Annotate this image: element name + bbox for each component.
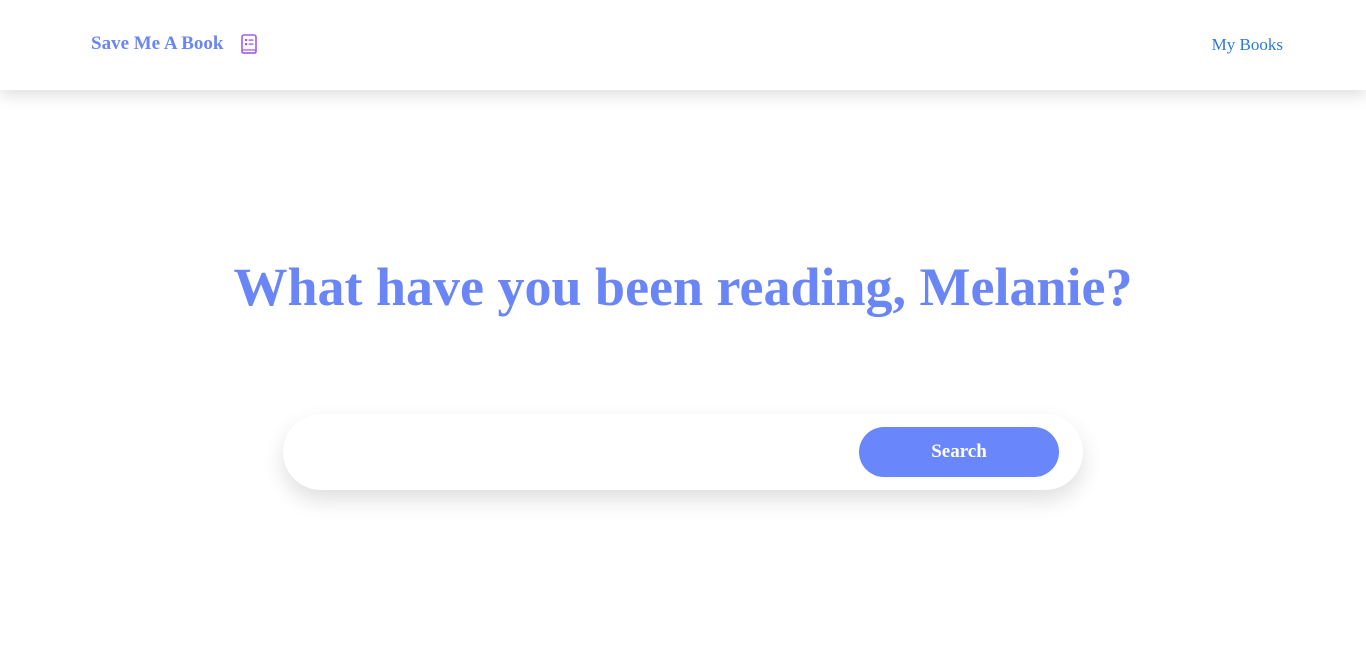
book-list-icon bbox=[239, 32, 259, 56]
top-navbar: Save Me A Book My Books bbox=[0, 0, 1366, 90]
search-button[interactable]: Search bbox=[859, 427, 1059, 477]
brand-link[interactable]: Save Me A Book bbox=[91, 32, 259, 56]
search-input[interactable] bbox=[313, 432, 857, 474]
page-title: What have you been reading, Melanie? bbox=[233, 257, 1133, 317]
search-bar: Search bbox=[283, 414, 1083, 490]
brand-name: Save Me A Book bbox=[91, 33, 224, 54]
my-books-link[interactable]: My Books bbox=[1212, 34, 1283, 56]
